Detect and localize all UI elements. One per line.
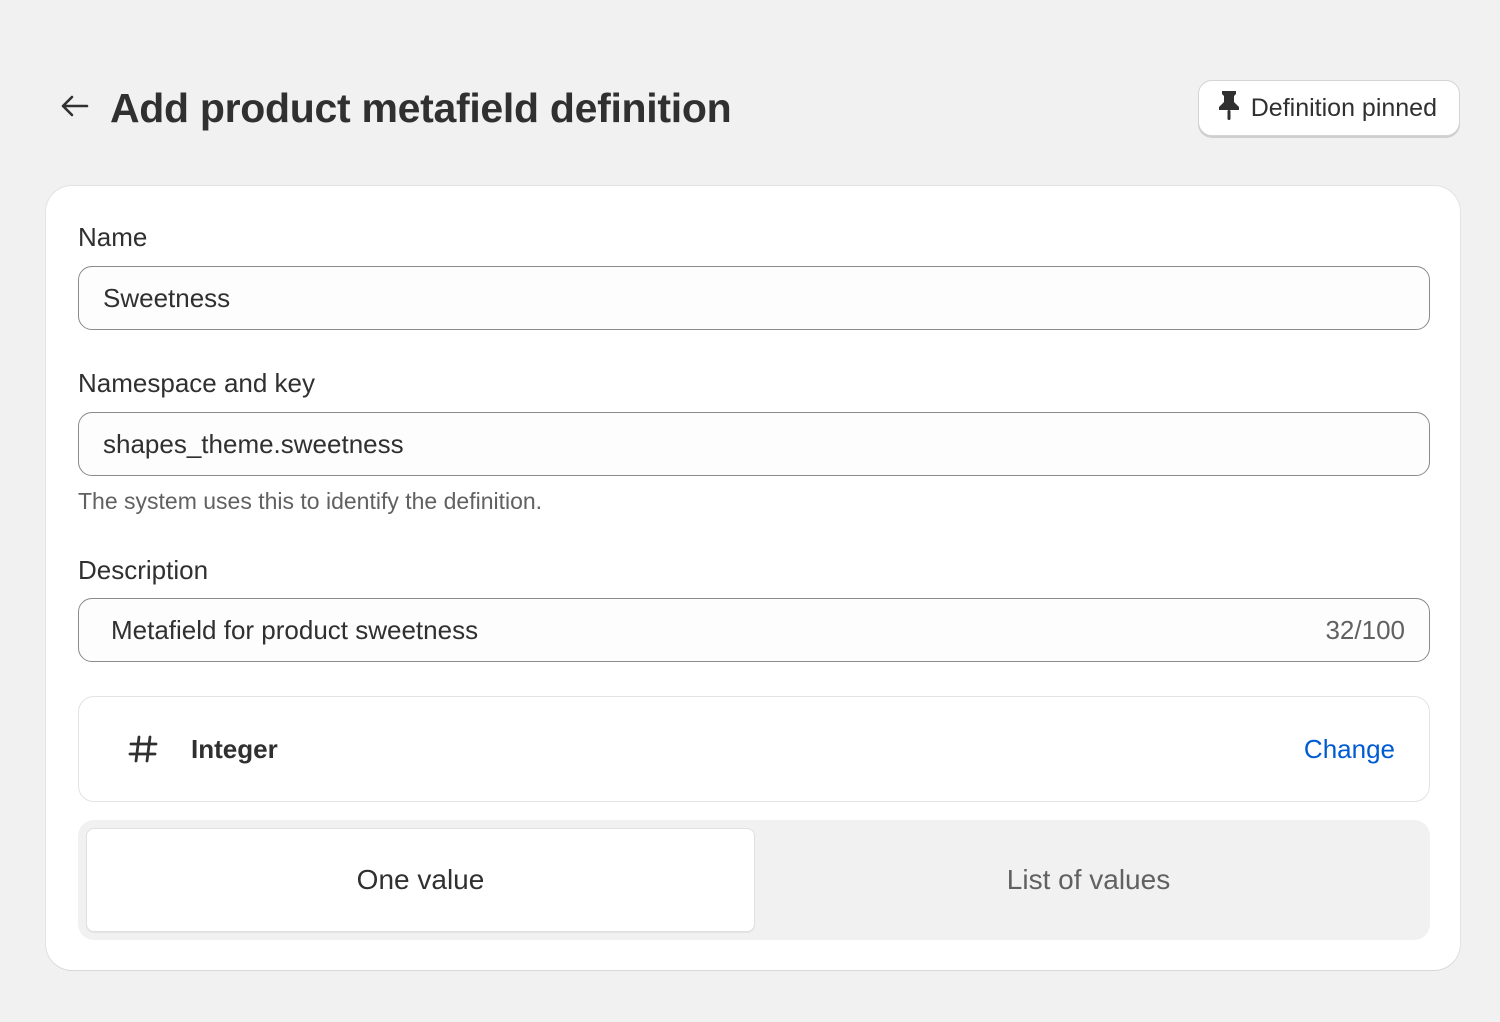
type-selector: Integer Change xyxy=(78,696,1430,802)
page-title: Add product metafield definition xyxy=(110,84,732,131)
hash-icon xyxy=(123,729,163,769)
one-value-option[interactable]: One value xyxy=(86,828,755,932)
description-field[interactable]: Metafield for product sweetness 32/100 xyxy=(78,598,1430,662)
name-label: Name xyxy=(78,222,148,252)
definition-pinned-button[interactable]: Definition pinned xyxy=(1197,80,1460,136)
description-label: Description xyxy=(78,555,209,585)
description-value: Metafield for product sweetness xyxy=(111,614,479,645)
namespace-key-help-text: The system uses this to identify the def… xyxy=(78,488,543,514)
pin-icon xyxy=(1217,89,1241,128)
list-of-values-option[interactable]: List of values xyxy=(755,828,1422,932)
value-mode-toggle: One value List of values xyxy=(78,820,1430,940)
namespace-key-field[interactable]: shapes_theme.sweetness xyxy=(78,412,1430,476)
namespace-key-value: shapes_theme.sweetness xyxy=(103,428,404,459)
character-counter: 32/100 xyxy=(1325,614,1405,645)
type-name: Integer xyxy=(191,733,278,764)
name-field[interactable]: Sweetness xyxy=(78,266,1430,330)
pin-button-label: Definition pinned xyxy=(1250,93,1437,122)
namespace-key-label: Namespace and key xyxy=(78,368,316,398)
metafield-form-card: Name Sweetness Namespace and key shapes_… xyxy=(46,186,1460,970)
name-value: Sweetness xyxy=(103,282,231,313)
change-type-link[interactable]: Change xyxy=(1304,734,1395,765)
header-left: Add product metafield definition xyxy=(52,84,732,132)
page-header: Add product metafield definition Definit… xyxy=(52,80,1460,136)
back-button[interactable] xyxy=(52,86,96,130)
arrow-left-icon xyxy=(59,94,89,123)
page: Add product metafield definition Definit… xyxy=(0,0,1500,1022)
